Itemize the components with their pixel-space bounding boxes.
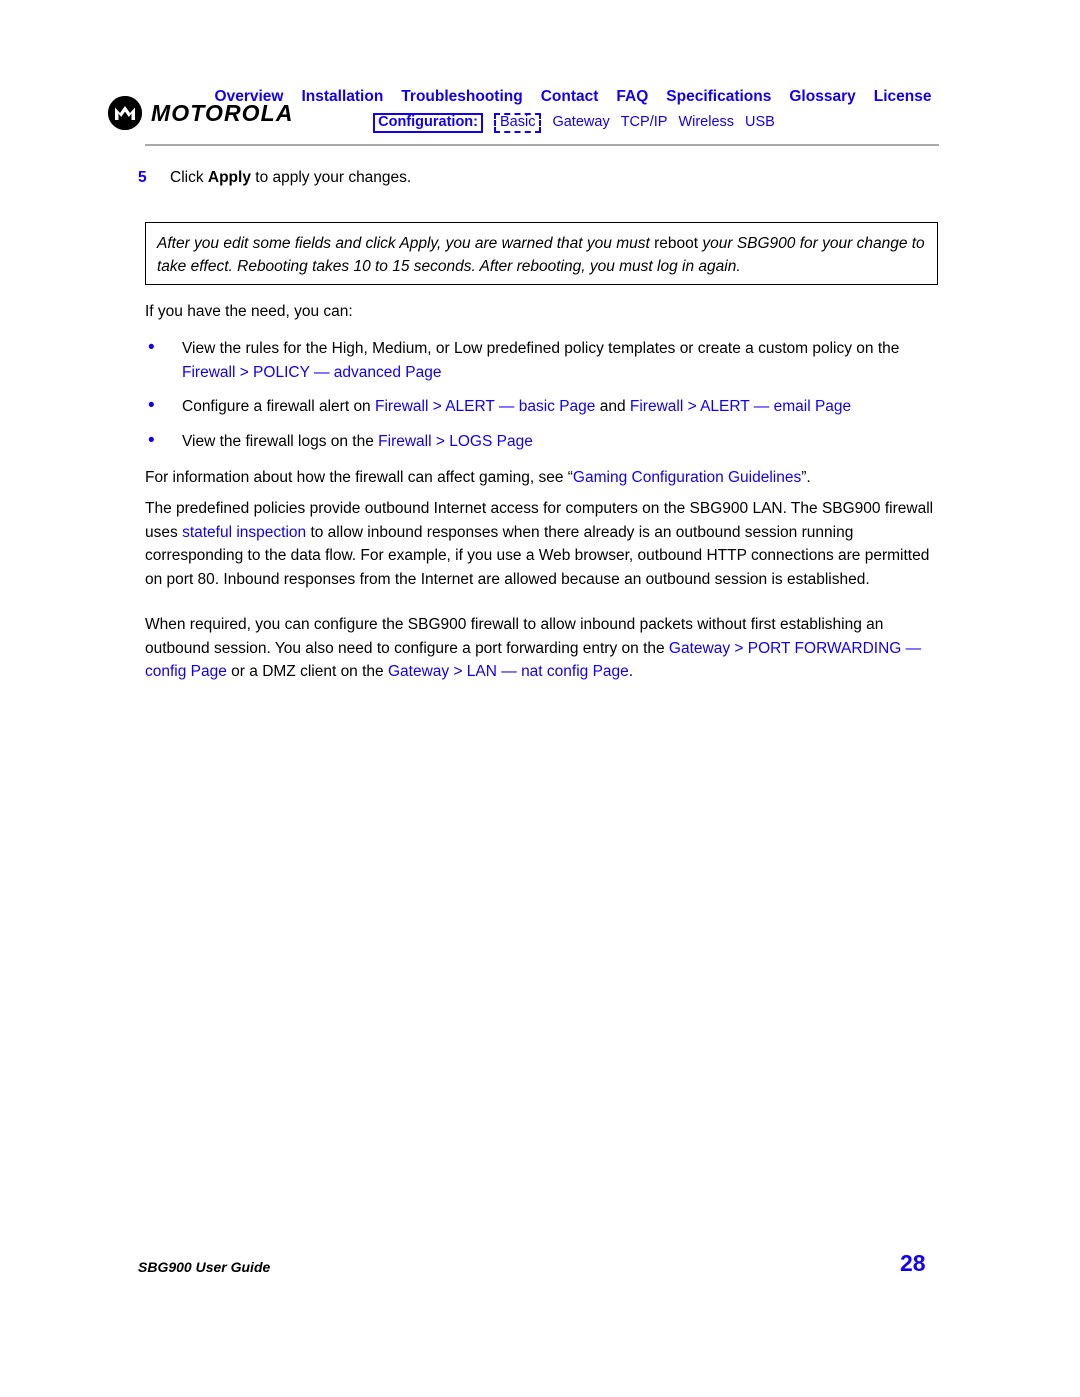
nav-item-overview[interactable]: Overview — [215, 88, 284, 106]
bullet-list: • View the rules for the High, Medium, or… — [145, 337, 940, 464]
nav-configuration-label[interactable]: Configuration: — [373, 113, 483, 134]
bullet-dot-icon: • — [148, 337, 155, 358]
nav-item-glossary[interactable]: Glossary — [789, 88, 855, 106]
footer-doc-title: SBG900 User Guide — [138, 1259, 271, 1275]
header-navigation: Overview Installation Troubleshooting Co… — [0, 88, 1080, 134]
footer-page-number: 28 — [900, 1250, 926, 1276]
note-line1-upright: reboot — [654, 235, 699, 252]
nav-item-faq[interactable]: FAQ — [616, 88, 648, 106]
when-required-paragraph: When required, you can configure the SBG… — [145, 613, 940, 684]
bullet-0-link-1[interactable]: Firewall > POLICY — advanced Page — [182, 364, 441, 381]
list-item: • View the firewall logs on the Firewall … — [145, 430, 940, 454]
policies-paragraph: The predefined policies provide outbound… — [145, 497, 940, 591]
gaming-text-b: ”. — [801, 469, 811, 486]
note-line1-a: After you edit some fields and click App… — [157, 235, 655, 252]
nav-secondary-row: Configuration: Basic Gateway TCP/IP Wire… — [0, 113, 1080, 134]
note-line1-b: your SBG900 for your change — [698, 235, 908, 252]
bullet-2-text-a: View the firewall logs on the — [182, 432, 379, 450]
nav-item-wireless[interactable]: Wireless — [678, 114, 734, 130]
step-number: 5 — [138, 169, 147, 186]
document-page: MOTOROLA Overview Installation Troublesh… — [0, 0, 1080, 1397]
nav-item-tcpip[interactable]: TCP/IP — [621, 114, 668, 130]
list-item: • Configure a firewall alert on Firewall … — [145, 395, 940, 419]
when-text-b: or a DMZ client on the — [226, 663, 388, 680]
intro-paragraph: If you have the need, you can: — [145, 303, 353, 320]
nav-item-license[interactable]: License — [874, 88, 932, 106]
header-divider — [145, 144, 939, 146]
nav-item-contact[interactable]: Contact — [541, 88, 599, 106]
when-text-c: . — [628, 663, 634, 680]
note-text: After you edit some fields and click App… — [157, 232, 927, 278]
bullet-2-link-1[interactable]: Firewall > LOGS Page — [378, 433, 533, 450]
stateful-inspection-link[interactable]: stateful inspection — [182, 524, 306, 541]
bullet-0-text-a: View the rules for the High, Medium, or … — [182, 340, 900, 357]
nav-item-basic-selected[interactable]: Basic — [494, 113, 542, 134]
bullet-dot-icon: • — [148, 429, 155, 451]
nav-item-installation[interactable]: Installation — [301, 88, 383, 106]
lan-nat-config-link[interactable]: Gateway > LAN — nat config Page — [388, 663, 629, 680]
nav-item-gateway[interactable]: Gateway — [552, 114, 609, 130]
gaming-text-a: For information about how the firewall c… — [145, 469, 573, 486]
bullet-1-text-a: Configure a firewall alert on — [182, 398, 375, 415]
bullet-1-link-1[interactable]: Firewall > ALERT — basic Page — [375, 398, 595, 415]
bullet-1-text-b: and — [595, 398, 630, 415]
step-text-after: to apply your changes. — [250, 169, 412, 186]
nav-item-usb[interactable]: USB — [745, 114, 775, 130]
nav-primary-row: Overview Installation Troubleshooting Co… — [0, 88, 1080, 106]
list-item: • View the rules for the High, Medium, or… — [145, 337, 940, 384]
gaming-info-paragraph: For information about how the firewall c… — [145, 466, 940, 490]
nav-item-specifications[interactable]: Specifications — [666, 88, 771, 106]
gaming-guidelines-link[interactable]: Gaming Configuration Guidelines — [573, 469, 801, 486]
step-bold-word: Apply — [207, 169, 251, 186]
page-header: MOTOROLA Overview Installation Troublesh… — [0, 0, 1080, 150]
step-text-before: Click — [170, 169, 208, 186]
nav-item-troubleshooting[interactable]: Troubleshooting — [401, 88, 522, 106]
bullet-1-link-2[interactable]: Firewall > ALERT — email Page — [630, 398, 851, 415]
bullet-dot-icon: • — [148, 395, 155, 416]
numbered-step: 5 Click Apply to apply your changes. — [138, 168, 938, 188]
